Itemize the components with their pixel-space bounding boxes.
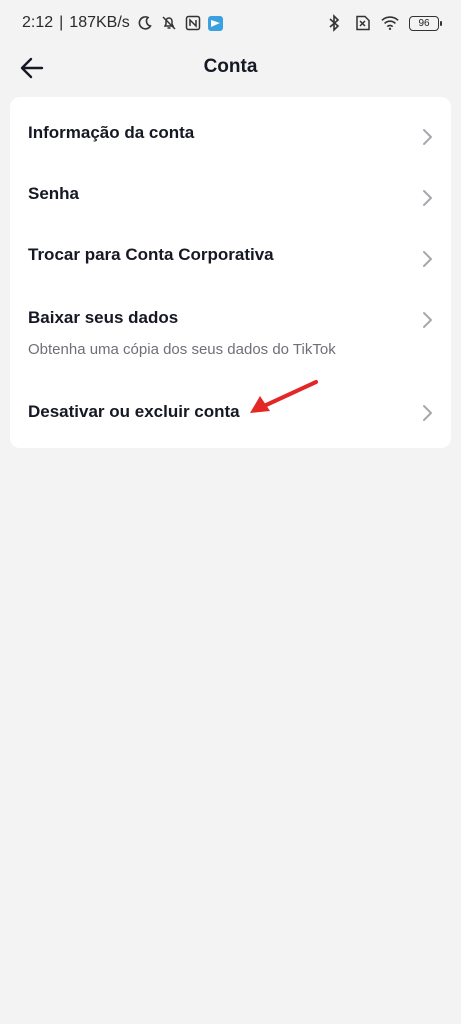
status-bar-left: 2:12 | 187KB/s [22,14,223,32]
menu-item-download-data[interactable]: Baixar seus dados Obtenha uma cópia dos … [10,294,451,382]
telegram-icon [207,15,223,31]
menu-item-switch-business[interactable]: Trocar para Conta Corporativa [10,232,451,294]
menu-item-label: Baixar seus dados [28,308,179,327]
status-bar: 2:12 | 187KB/s 96 [0,0,461,46]
menu-item-label: Desativar ou excluir conta [28,402,240,421]
status-separator: | [59,14,64,31]
nfc-icon [184,14,202,32]
chevron-right-icon [423,251,432,267]
moon-icon [136,14,154,32]
account-menu-card: Informação da conta Senha Trocar para Co… [10,97,451,448]
top-bar: Conta [0,46,461,88]
menu-item-password[interactable]: Senha [10,172,451,232]
wifi-icon [381,14,399,32]
page-title: Conta [203,56,258,77]
network-speed: 187KB/s [69,14,130,31]
chevron-right-icon [423,312,432,328]
clock: 2:12 [22,14,54,31]
chevron-right-icon [423,190,432,206]
bluetooth-icon [325,14,343,32]
chevron-right-icon [423,405,432,421]
back-button[interactable] [14,50,50,86]
battery-indicator: 96 [409,15,442,31]
menu-item-label: Trocar para Conta Corporativa [28,245,274,264]
status-bar-right: 96 [325,14,442,32]
no-sim-icon [353,14,371,32]
bell-off-icon [160,14,178,32]
menu-item-label: Senha [28,184,80,203]
menu-item-account-info[interactable]: Informação da conta [10,97,451,172]
menu-item-sublabel: Obtenha uma cópia dos seus dados do TikT… [28,341,336,358]
arrow-left-icon [20,57,44,79]
menu-item-deactivate-delete[interactable]: Desativar ou excluir conta [10,382,451,448]
chevron-right-icon [423,129,432,145]
menu-item-label: Informação da conta [28,123,195,142]
